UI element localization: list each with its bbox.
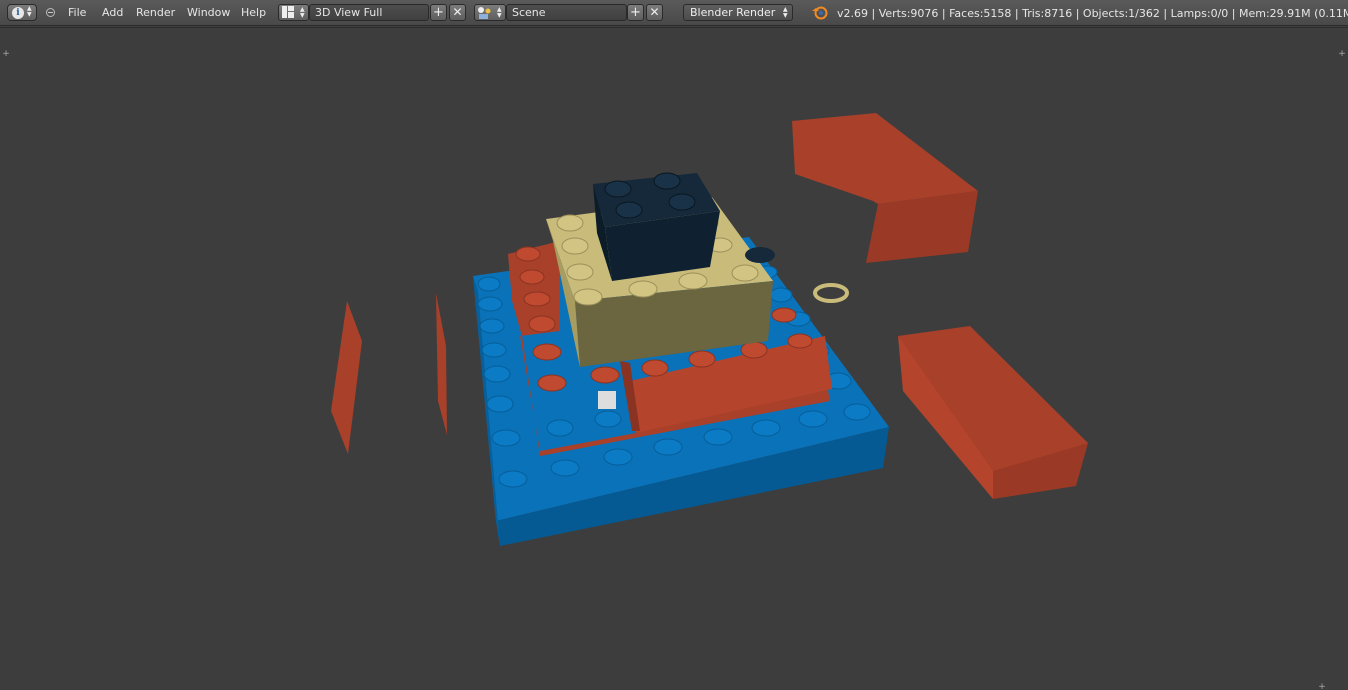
delete-scene-button[interactable]: ✕ xyxy=(646,4,663,21)
updown-arrows-icon: ▲ ▼ xyxy=(783,6,788,19)
plus-icon: + xyxy=(433,5,444,20)
close-icon: ✕ xyxy=(452,5,463,19)
scene-statistics: v2.69 | Verts:9076 | Faces:5158 | Tris:8… xyxy=(837,7,1348,20)
plus-icon: + xyxy=(630,5,641,20)
scene-icon xyxy=(478,7,491,19)
add-scene-button[interactable]: + xyxy=(627,4,644,21)
screen-layout-name-field[interactable]: 3D View Full xyxy=(309,4,429,21)
menu-window[interactable]: Window xyxy=(187,0,230,25)
menu-help[interactable]: Help xyxy=(241,0,266,25)
blender-logo-icon xyxy=(812,6,828,20)
screen-layout-browse-button[interactable]: ▲ ▼ xyxy=(278,4,309,21)
lego-scene-render xyxy=(331,113,1088,546)
info-icon: i xyxy=(12,7,24,19)
editor-type-selector[interactable]: i ▲ ▼ xyxy=(7,4,37,21)
scene-name-field[interactable]: Scene xyxy=(506,4,627,21)
scene-browse-button[interactable]: ▲ ▼ xyxy=(474,4,506,21)
menu-file[interactable]: File xyxy=(68,0,86,25)
menu-add[interactable]: Add xyxy=(102,0,123,25)
render-engine-selector[interactable]: Blender Render ▲ ▼ xyxy=(683,4,793,21)
info-header: i ▲ ▼ File Add Render Window Help ▲ ▼ 3D V… xyxy=(0,0,1348,26)
3d-viewport[interactable]: + + + xyxy=(0,27,1348,690)
delete-screen-button[interactable]: ✕ xyxy=(449,4,466,21)
layout-grid-icon xyxy=(282,6,294,18)
updown-arrows-icon: ▲ ▼ xyxy=(497,6,502,19)
collapse-menus-icon[interactable] xyxy=(46,8,55,17)
updown-arrows-icon: ▲ ▼ xyxy=(27,5,32,18)
close-icon: ✕ xyxy=(649,5,660,19)
menu-render[interactable]: Render xyxy=(136,0,175,25)
render-engine-label: Blender Render xyxy=(690,6,776,19)
add-screen-button[interactable]: + xyxy=(430,4,447,21)
updown-arrows-icon: ▲ ▼ xyxy=(300,6,305,19)
